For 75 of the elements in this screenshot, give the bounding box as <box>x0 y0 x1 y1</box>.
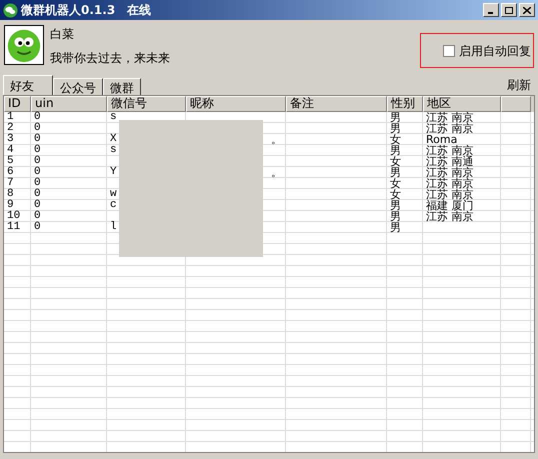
profile-name: 白菜 <box>50 26 75 43</box>
table-cell: 0 <box>34 144 41 156</box>
tab[interactable]: 公众号 <box>53 78 103 95</box>
table-cell: 6 <box>7 166 14 178</box>
maximize-button[interactable] <box>501 3 517 17</box>
table-cell: 江苏 南京 <box>426 145 474 157</box>
table-cell: 男 <box>390 123 401 135</box>
table-cell: 0 <box>34 155 41 167</box>
column-header[interactable]: 微信号 <box>107 96 186 112</box>
column-header[interactable]: ID <box>4 96 31 112</box>
column-header[interactable]: 性别 <box>387 96 423 112</box>
table-cell: 男 <box>390 112 401 124</box>
table-cell: s <box>110 111 117 123</box>
table-cell: 。 <box>271 167 282 179</box>
table-cell: 4 <box>7 144 14 156</box>
column-header[interactable]: 备注 <box>286 96 387 112</box>
chat-bubble-icon <box>3 2 18 18</box>
tab[interactable]: 好友 <box>3 75 53 95</box>
table-cell: 男 <box>390 145 401 157</box>
table-cell: 11 <box>7 221 20 233</box>
table-cell: l <box>110 221 117 233</box>
table-cell: 男 <box>390 200 401 212</box>
window-title: 微群机器人0.1.3 在线 <box>21 2 152 19</box>
minimize-button[interactable] <box>483 3 499 17</box>
close-icon <box>523 6 531 14</box>
table-cell: 江苏 南京 <box>426 211 474 223</box>
table-cell: 0 <box>34 188 41 200</box>
table-cell: 10 <box>7 210 20 222</box>
table-cell: c <box>110 199 117 211</box>
tab[interactable]: 微群 <box>103 78 141 95</box>
table-cell: 8 <box>7 188 14 200</box>
table-cell: Y <box>110 166 117 178</box>
table-cell: 福建 厦门 <box>426 200 474 212</box>
refresh-button[interactable]: 刷新 <box>507 76 535 94</box>
table-cell: 江苏 南通 <box>426 156 474 168</box>
table-cell: 男 <box>390 222 401 234</box>
maximize-icon <box>505 6 513 14</box>
auto-reply-checkbox[interactable]: 启用自动回复 <box>443 42 531 60</box>
table-cell: 女 <box>390 134 401 146</box>
table-cell: 0 <box>34 177 41 189</box>
table-cell: w <box>110 188 117 200</box>
table-cell: 女 <box>390 189 401 201</box>
table-cell: 0 <box>34 210 41 222</box>
table-cell: 0 <box>34 111 41 123</box>
avatar-icon <box>4 25 44 65</box>
table-cell: 0 <box>34 166 41 178</box>
column-header[interactable]: 地区 <box>423 96 501 112</box>
table-cell: 江苏 南京 <box>426 167 474 179</box>
table-cell: 0 <box>34 133 41 145</box>
table-cell: 。 <box>271 134 282 146</box>
column-header[interactable]: 昵称 <box>186 96 286 112</box>
table-cell: 男 <box>390 167 401 179</box>
table-cell: 女 <box>390 178 401 190</box>
table-cell: 5 <box>7 155 14 167</box>
column-header[interactable] <box>501 96 531 112</box>
profile-signature: 我带你去过去，来未来 <box>50 50 170 67</box>
table-cell: 7 <box>7 177 14 189</box>
table-cell: 江苏 南京 <box>426 123 474 135</box>
table-cell: 0 <box>34 221 41 233</box>
table-cell: 男 <box>390 211 401 223</box>
table-cell: 江苏 南京 <box>426 189 474 201</box>
table-cell: 3 <box>7 133 14 145</box>
table-cell: X <box>110 133 117 145</box>
table-cell: s <box>110 144 117 156</box>
table-cell: 江苏 南京 <box>426 178 474 190</box>
table-cell: 1 <box>7 111 14 123</box>
table-cell: Roma <box>426 134 458 146</box>
table-cell: 2 <box>7 122 14 134</box>
table-cell: 9 <box>7 199 14 211</box>
table-cell: 江苏 南京 <box>426 112 474 124</box>
table-cell: 0 <box>34 199 41 211</box>
column-header[interactable]: uin <box>31 96 107 112</box>
close-button[interactable] <box>519 3 535 17</box>
table-cell: 0 <box>34 122 41 134</box>
table-cell: 女 <box>390 156 401 168</box>
